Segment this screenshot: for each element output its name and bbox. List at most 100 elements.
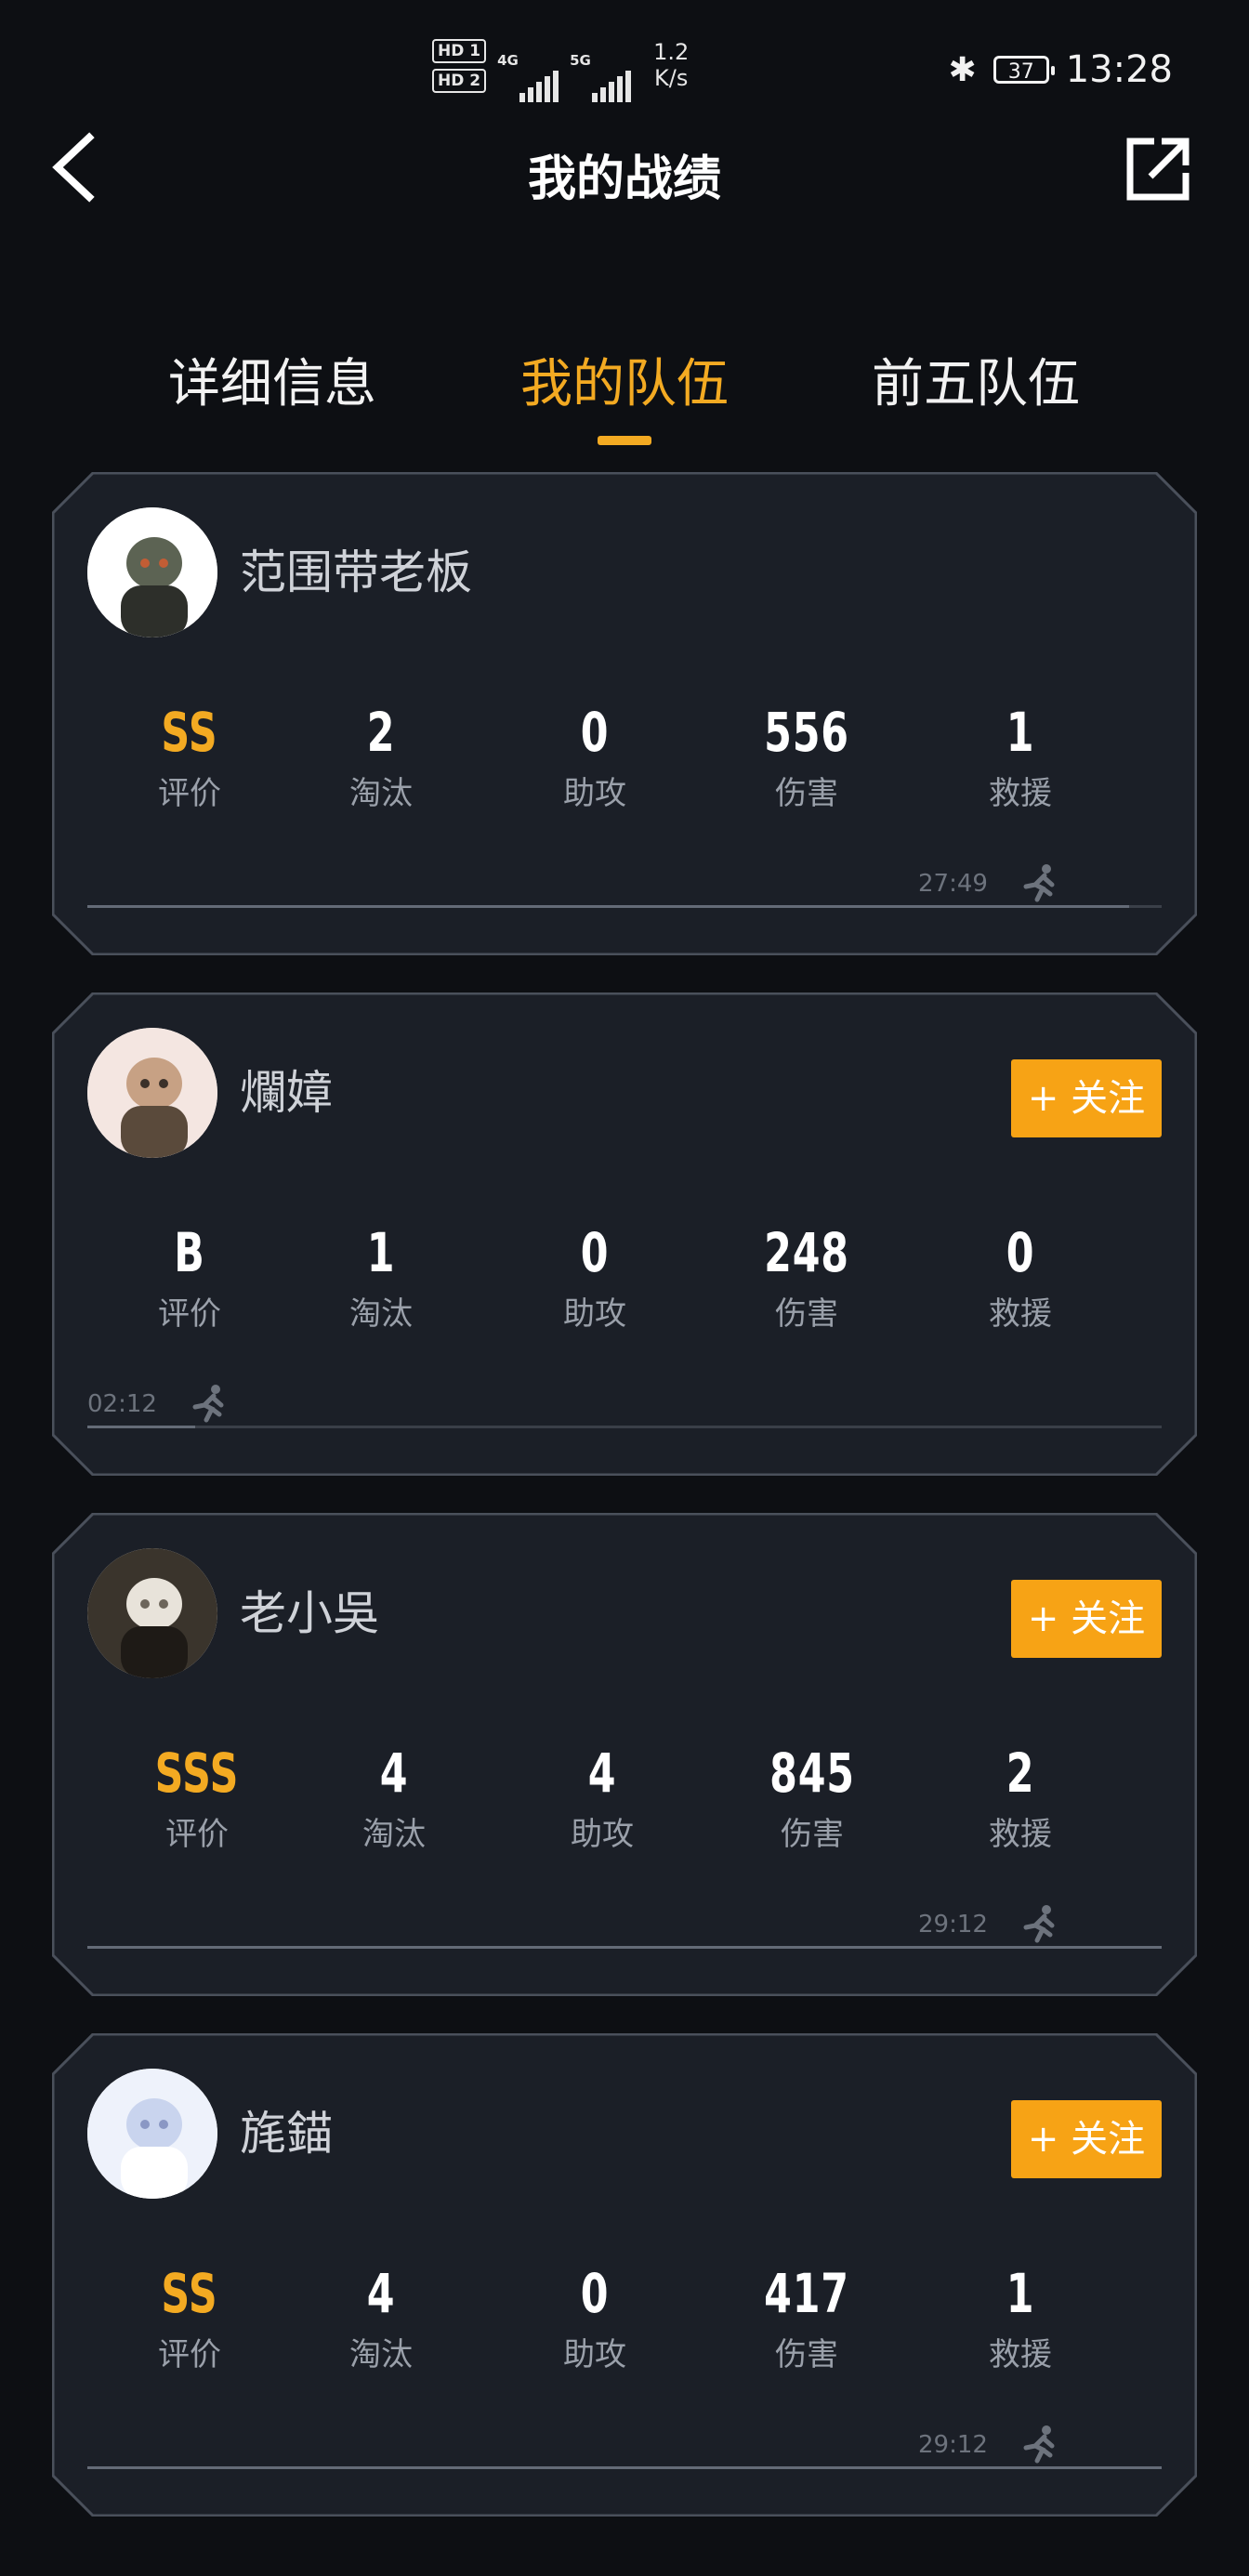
stat-kills-value: 1 <box>366 1221 396 1284</box>
running-icon <box>1023 1905 1055 1943</box>
running-icon <box>1023 864 1055 902</box>
stat-rating: B 评价 <box>115 1223 264 1334</box>
stat-kills: 2 淘汰 <box>307 703 455 813</box>
survival-fill <box>87 905 1129 908</box>
stat-assists: 0 助攻 <box>520 703 669 813</box>
survival-fill <box>87 2466 1162 2469</box>
stat-kills-value: 2 <box>366 701 396 764</box>
survival-fill <box>87 1426 195 1428</box>
stat-kills-value: 4 <box>379 1741 409 1805</box>
stat-assists-value: 4 <box>587 1741 617 1805</box>
clock: 13:28 <box>1065 48 1173 91</box>
survival-time: 02:12 <box>87 1390 157 1418</box>
stat-damage-value: 417 <box>764 2262 849 2325</box>
player-card[interactable]: 老小吳 + 关注 SSS 评价 4 淘汰 4 助攻 845 伤害 2 救援 29:… <box>52 1513 1197 1996</box>
stat-kills: 4 淘汰 <box>320 1743 468 1854</box>
stat-assists: 4 助攻 <box>528 1743 677 1854</box>
stat-assists-label: 助攻 <box>571 1816 634 1853</box>
stat-damage: 248 伤害 <box>732 1223 881 1334</box>
stat-assists-label: 助攻 <box>563 775 626 812</box>
avatar[interactable] <box>87 1548 217 1678</box>
survival-time: 27:49 <box>918 870 988 898</box>
stat-rescues-label: 救援 <box>989 775 1052 812</box>
stat-rating: SSS 评价 <box>123 1743 271 1854</box>
stat-damage-value: 556 <box>764 701 849 764</box>
player-card[interactable]: 爛嫜 + 关注 B 评价 1 淘汰 0 助攻 248 伤害 0 救援 02:12 <box>52 992 1197 1476</box>
stat-assists-value: 0 <box>580 1221 610 1284</box>
stat-kills-label: 淘汰 <box>349 775 413 812</box>
signal-5g-icon: 5G <box>570 39 632 102</box>
stat-rating-label: 评价 <box>158 1295 221 1333</box>
status-bar: HD 1 HD 2 4G 5G 1.2 K/s ✱ 37 13:28 <box>0 0 1249 139</box>
stat-rating-label: 评价 <box>158 2336 221 2373</box>
stat-rescues-value: 0 <box>1006 1221 1035 1284</box>
stat-assists-value: 0 <box>580 701 610 764</box>
signal-4g-icon: 4G <box>497 39 559 102</box>
stat-kills-label: 淘汰 <box>349 2336 413 2373</box>
stat-rescues: 2 救援 <box>946 1743 1095 1854</box>
stat-rescues-label: 救援 <box>989 1295 1052 1333</box>
avatar[interactable] <box>87 507 217 637</box>
tab-my-team[interactable]: 我的队伍 <box>485 342 764 417</box>
page-title: 我的战绩 <box>527 151 721 207</box>
player-name: 老小吳 <box>240 1586 379 1640</box>
stat-damage-value: 248 <box>764 1221 849 1284</box>
stat-rescues-value: 1 <box>1006 701 1035 764</box>
survival-time: 29:12 <box>918 1911 988 1939</box>
follow-button[interactable]: + 关注 <box>1011 1059 1162 1137</box>
stat-rescues: 0 救援 <box>946 1223 1095 1334</box>
stat-rescues-label: 救援 <box>989 2336 1052 2373</box>
bluetooth-icon: ✱ <box>948 50 977 89</box>
stat-assists-value: 0 <box>580 2262 610 2325</box>
stat-assists-label: 助攻 <box>563 2336 626 2373</box>
survival-bar <box>87 1426 1162 1428</box>
stat-assists: 0 助攻 <box>520 1223 669 1334</box>
tab-top-five[interactable]: 前五队伍 <box>836 342 1115 417</box>
stat-damage: 556 伤害 <box>732 703 881 813</box>
survival-bar <box>87 905 1162 908</box>
stat-kills: 4 淘汰 <box>307 2264 455 2374</box>
network-indicators: HD 1 HD 2 4G 5G 1.2 K/s <box>432 39 689 102</box>
survival-time: 29:12 <box>918 2431 988 2459</box>
stat-rating-value: SSS <box>154 1741 240 1805</box>
stat-rating-value: SS <box>161 701 218 764</box>
player-card[interactable]: 旄錨 + 关注 SS 评价 4 淘汰 0 助攻 417 伤害 1 救援 29:12 <box>52 2033 1197 2517</box>
avatar[interactable] <box>87 1028 217 1158</box>
stat-damage-label: 伤害 <box>775 775 838 812</box>
stat-assists: 0 助攻 <box>520 2264 669 2374</box>
running-icon <box>1023 2425 1055 2464</box>
follow-button[interactable]: + 关注 <box>1011 2100 1162 2178</box>
running-icon <box>192 1385 224 1423</box>
tab-bar: 详细信息 我的队伍 前五队伍 <box>0 342 1249 444</box>
tab-detail-info[interactable]: 详细信息 <box>133 342 412 417</box>
stat-assists-label: 助攻 <box>563 1295 626 1333</box>
stat-kills-label: 淘汰 <box>362 1816 426 1853</box>
player-name: 爛嫜 <box>240 1066 333 1120</box>
hd1-badge: HD 1 <box>432 39 487 63</box>
stat-rating: SS 评价 <box>115 2264 264 2374</box>
stat-damage: 417 伤害 <box>732 2264 881 2374</box>
stat-rescues: 1 救援 <box>946 703 1095 813</box>
stat-damage-label: 伤害 <box>781 1816 844 1853</box>
survival-bar <box>87 2466 1162 2469</box>
stat-damage-label: 伤害 <box>775 2336 838 2373</box>
player-name: 范围带老板 <box>240 545 472 599</box>
survival-fill <box>87 1946 1162 1949</box>
survival-bar <box>87 1946 1162 1949</box>
avatar[interactable] <box>87 2069 217 2199</box>
stat-kills: 1 淘汰 <box>307 1223 455 1334</box>
battery-icon: 37 <box>993 56 1055 84</box>
hd2-badge: HD 2 <box>432 69 487 93</box>
stat-kills-value: 4 <box>366 2262 396 2325</box>
stat-damage-label: 伤害 <box>775 1295 838 1333</box>
share-icon[interactable] <box>1123 134 1193 204</box>
follow-button[interactable]: + 关注 <box>1011 1580 1162 1658</box>
stat-rating-value: SS <box>161 2262 218 2325</box>
stat-rescues-value: 2 <box>1006 1741 1035 1805</box>
stat-damage: 845 伤害 <box>738 1743 887 1854</box>
player-name: 旄錨 <box>240 2107 333 2161</box>
stat-rating-label: 评价 <box>158 775 221 812</box>
player-card[interactable]: 范围带老板 SS 评价 2 淘汰 0 助攻 556 伤害 1 救援 27:49 <box>52 472 1197 955</box>
net-speed: 1.2 K/s <box>653 39 690 91</box>
stat-rescues-label: 救援 <box>989 1816 1052 1853</box>
